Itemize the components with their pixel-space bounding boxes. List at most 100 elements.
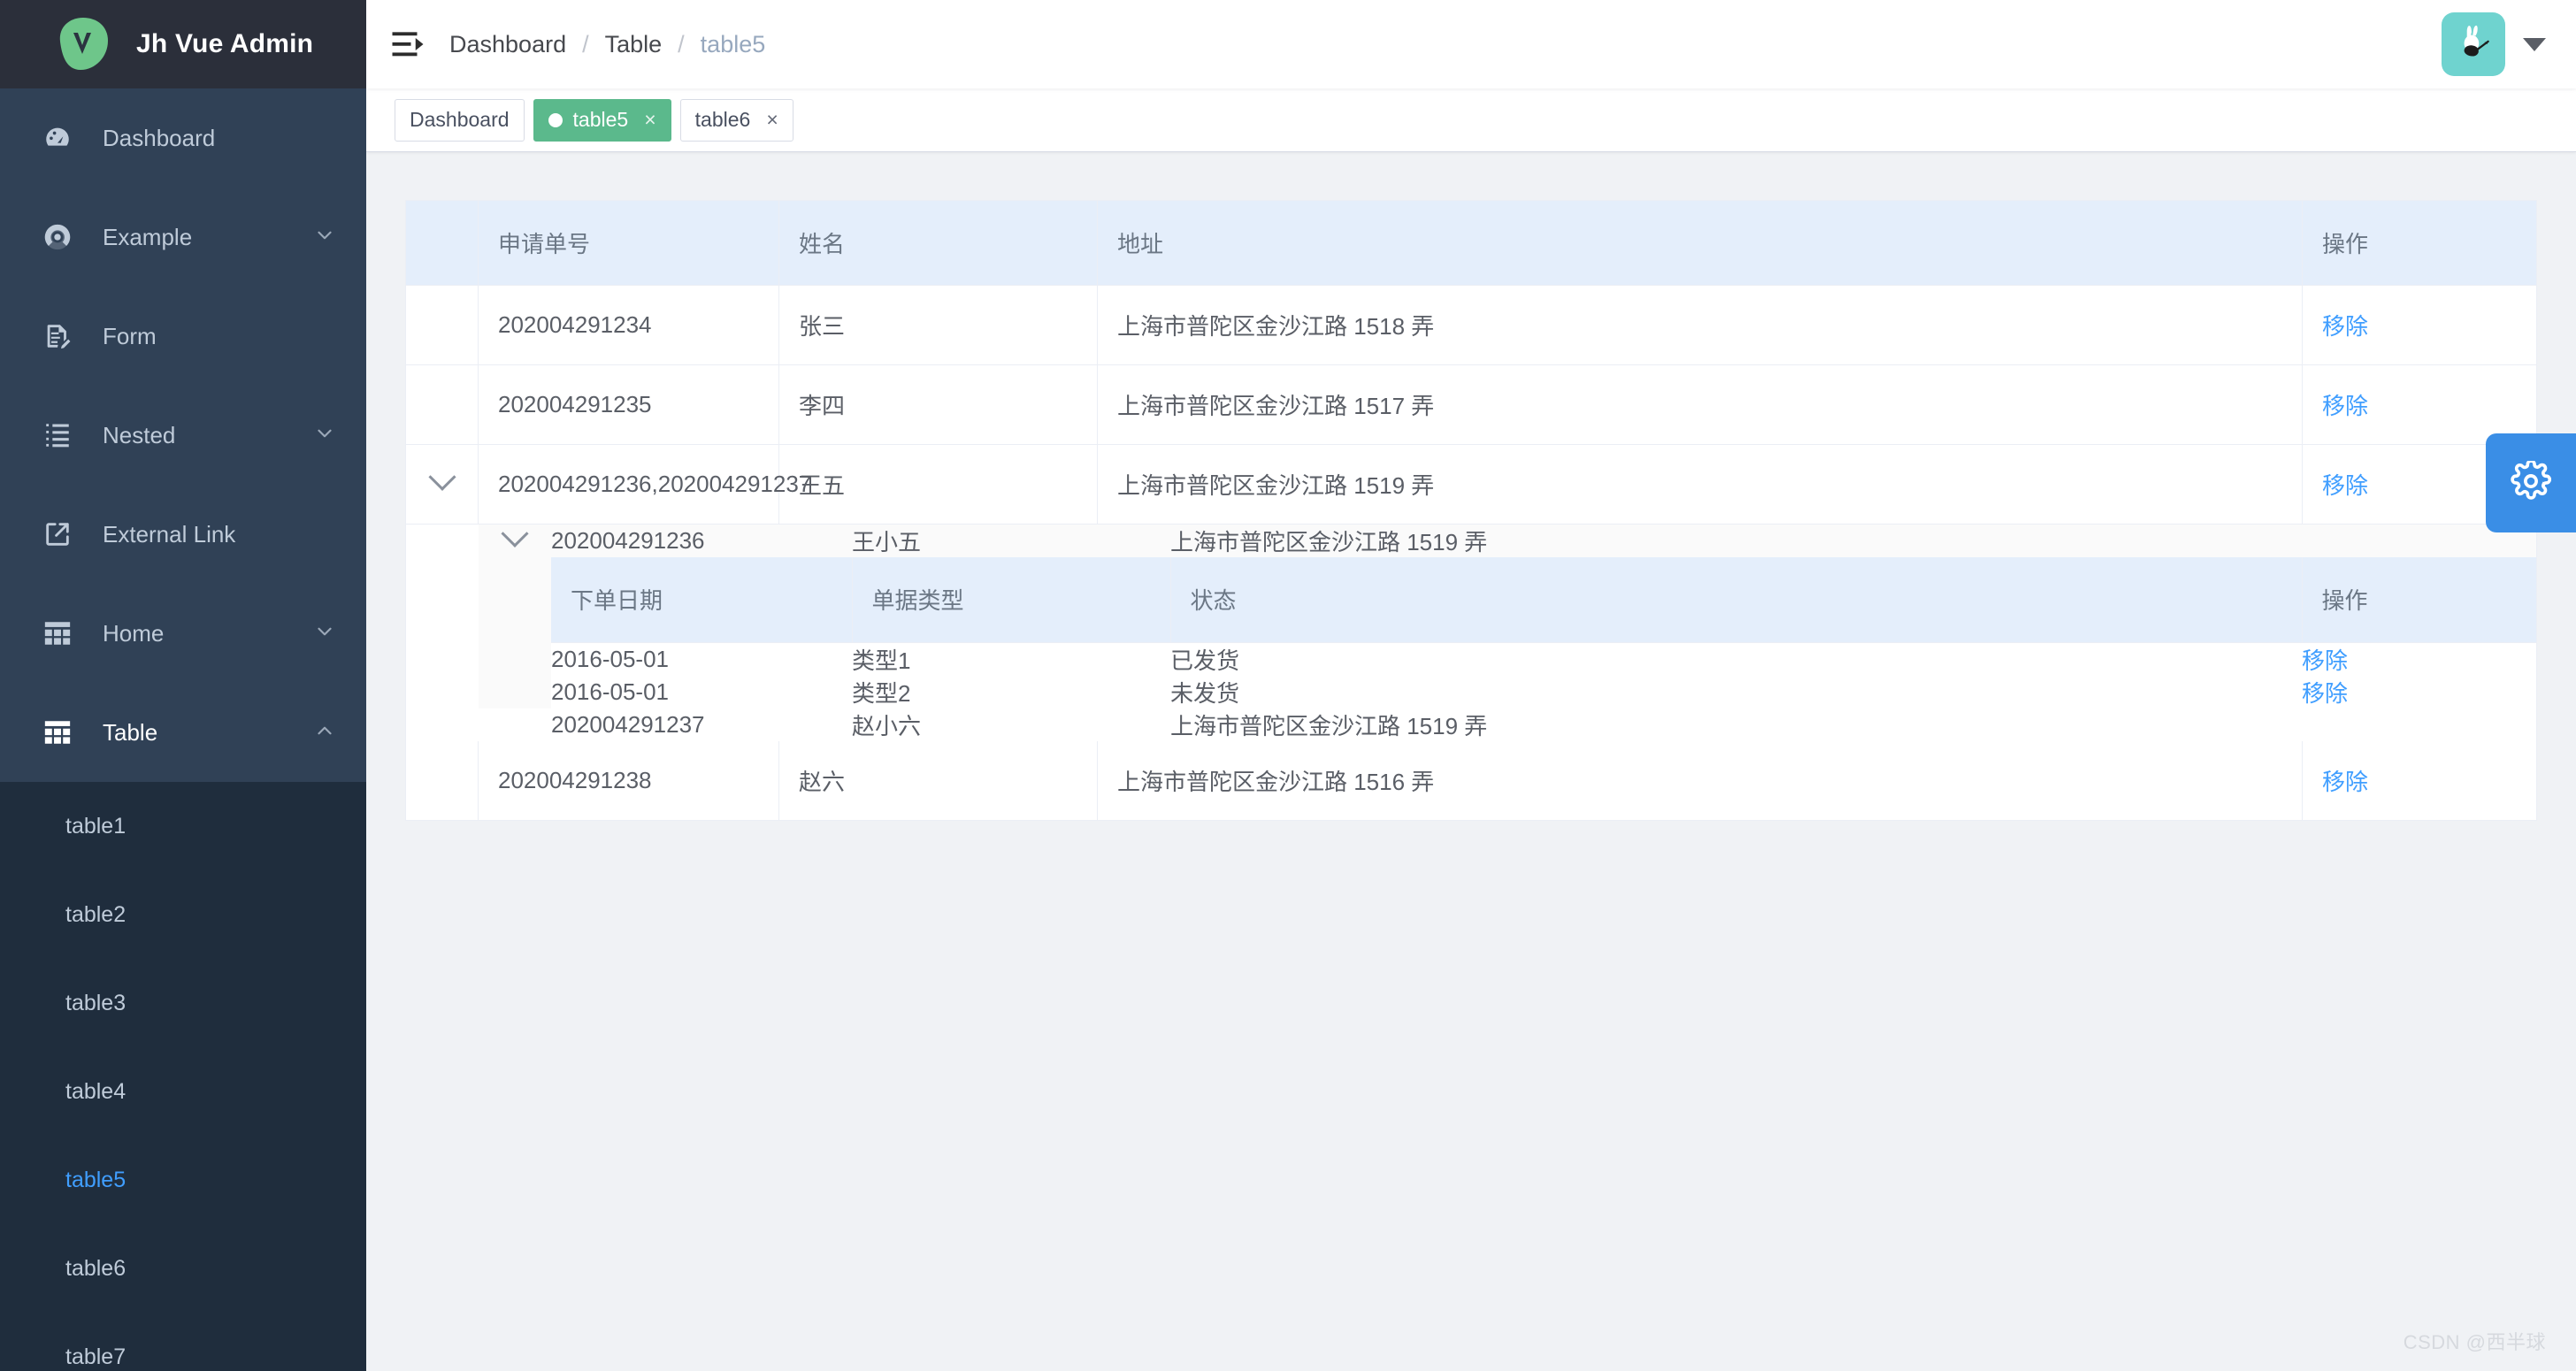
chevron-down-icon xyxy=(313,224,336,251)
header-status: 状态 xyxy=(1170,557,2302,642)
sidebar-item-table3[interactable]: table3 xyxy=(0,959,366,1047)
table-head: 申请单号 姓名 地址 操作 xyxy=(406,201,2537,286)
sidebar-item-form[interactable]: Form xyxy=(0,287,366,386)
header-operation: 操作 xyxy=(2303,201,2537,286)
cell-order-date: 2016-05-01 xyxy=(551,676,852,708)
sidebar-item-home[interactable]: Home xyxy=(0,584,366,683)
remove-link[interactable]: 移除 xyxy=(2322,472,2368,499)
cell-operation: 移除 xyxy=(2303,741,2537,821)
sidebar-item-table7[interactable]: table7 xyxy=(0,1313,366,1371)
cell-application-no: 202004291236,202004291237 xyxy=(479,445,779,525)
remove-link[interactable]: 移除 xyxy=(2302,647,2348,674)
expand-cell xyxy=(406,286,479,365)
sidebar-item-table6[interactable]: table6 xyxy=(0,1224,366,1313)
sidebar: Jh Vue Admin Dashboard xyxy=(0,0,366,1371)
nested-indent: 202004291236 王小五 上海市普陀区金沙江路 1519 弄 xyxy=(406,525,2536,741)
brand-title: Jh Vue Admin xyxy=(136,29,313,59)
breadcrumb-item-table[interactable]: Table xyxy=(605,31,663,58)
breadcrumb-item-table5: table5 xyxy=(701,31,766,58)
remove-link[interactable]: 移除 xyxy=(2322,313,2368,340)
dashboard-icon xyxy=(39,123,76,153)
expand-cell[interactable] xyxy=(406,445,479,525)
sidebar-item-label: Dashboard xyxy=(103,125,215,152)
table-row[interactable]: 202004291238 赵六 上海市普陀区金沙江路 1516 弄 移除 xyxy=(406,741,2537,821)
header-address: 地址 xyxy=(1098,201,2303,286)
cell-operation xyxy=(2302,708,2536,741)
close-icon[interactable]: × xyxy=(766,108,778,132)
chevron-down-icon[interactable] xyxy=(501,520,528,548)
sidebar-item-table5[interactable]: table5 xyxy=(0,1136,366,1224)
sidebar-item-table1[interactable]: table1 xyxy=(0,782,366,870)
table-row[interactable]: 202004291235 李四 上海市普陀区金沙江路 1517 弄 移除 xyxy=(406,365,2537,445)
app-root: Jh Vue Admin Dashboard xyxy=(0,0,2576,1371)
cell-status: 未发货 xyxy=(1170,676,2302,708)
sidebar-item-table4[interactable]: table4 xyxy=(0,1047,366,1136)
close-icon[interactable]: × xyxy=(644,108,656,132)
nested-row[interactable]: 202004291237 赵小六 上海市普陀区金沙江路 1519 弄 xyxy=(479,708,2536,741)
breadcrumb-item-dashboard[interactable]: Dashboard xyxy=(449,31,566,58)
navbar: Dashboard / Table / table5 xyxy=(366,0,2576,88)
remove-link[interactable]: 移除 xyxy=(2322,769,2368,795)
table-row-expandable[interactable]: 202004291236,202004291237 王五 上海市普陀区金沙江路 … xyxy=(406,445,2537,525)
nested-table-body: 2016-05-01 类型1 已发货 移除 xyxy=(551,642,2536,708)
cell-application-no: 202004291235 xyxy=(479,365,779,445)
rabbit-avatar-icon[interactable] xyxy=(2442,12,2505,76)
sidebar-item-table[interactable]: Table xyxy=(0,683,366,782)
table-row[interactable]: 2016-05-01 类型2 未发货 移除 xyxy=(551,676,2536,708)
breadcrumb: Dashboard / Table / table5 xyxy=(449,31,765,58)
sidebar-item-example[interactable]: Example xyxy=(0,188,366,287)
nested-row-expandable[interactable]: 202004291236 王小五 上海市普陀区金沙江路 1519 弄 xyxy=(479,525,2536,557)
sidebar-item-label: Home xyxy=(103,620,164,647)
cell-name: 赵小六 xyxy=(852,708,1170,741)
cell-application-no: 202004291234 xyxy=(479,286,779,365)
cell-name: 王小五 xyxy=(852,525,1170,557)
expanded-row-container: 下单日期 单据类型 状态 操作 xyxy=(479,557,2536,708)
expanded-row-container: 202004291236 王小五 上海市普陀区金沙江路 1519 弄 xyxy=(406,525,2537,741)
sidebar-item-label: Nested xyxy=(103,422,175,449)
sidebar-item-table2[interactable]: table2 xyxy=(0,870,366,959)
sidebar-item-label: Table xyxy=(103,719,157,747)
cell-address: 上海市普陀区金沙江路 1519 弄 xyxy=(1170,708,2302,741)
breadcrumb-separator: / xyxy=(582,31,589,58)
tag-dashboard[interactable]: Dashboard xyxy=(395,99,525,142)
chevron-down-icon[interactable] xyxy=(428,463,456,491)
cell-address: 上海市普陀区金沙江路 1518 弄 xyxy=(1098,286,2303,365)
cell-operation: 移除 xyxy=(2302,642,2536,676)
table-grid-icon xyxy=(39,618,76,648)
header-doc-type: 单据类型 xyxy=(852,557,1170,642)
cell-address: 上海市普陀区金沙江路 1519 弄 xyxy=(1170,525,2302,557)
caret-down-icon[interactable] xyxy=(2523,38,2546,51)
sidebar-item-label: External Link xyxy=(103,521,235,548)
settings-button[interactable] xyxy=(2486,433,2576,532)
chevron-down-icon xyxy=(313,422,336,449)
expand-column-header xyxy=(406,201,479,286)
sidebar-item-label: Example xyxy=(103,224,192,251)
cell-address: 上海市普陀区金沙江路 1516 弄 xyxy=(1098,741,2303,821)
expand-cell[interactable] xyxy=(479,525,551,557)
cell-address: 上海市普陀区金沙江路 1517 弄 xyxy=(1098,365,2303,445)
cell-operation: 移除 xyxy=(2302,676,2536,708)
tag-table5[interactable]: table5 × xyxy=(533,99,671,142)
hamburger-collapse-icon[interactable] xyxy=(366,26,449,63)
header-operation: 操作 xyxy=(2302,557,2536,642)
tag-table6[interactable]: table6 × xyxy=(680,99,794,142)
tag-label: table6 xyxy=(695,108,751,132)
table-row[interactable]: 202004291234 张三 上海市普陀区金沙江路 1518 弄 移除 xyxy=(406,286,2537,365)
active-dot-icon xyxy=(548,113,563,127)
table-header-row: 申请单号 姓名 地址 操作 xyxy=(406,201,2537,286)
sidebar-item-dashboard[interactable]: Dashboard xyxy=(0,88,366,188)
expanded-row-cell: 下单日期 单据类型 状态 操作 xyxy=(479,557,2536,708)
cell-name: 赵六 xyxy=(779,741,1098,821)
gear-icon xyxy=(2511,461,2551,506)
remove-link[interactable]: 移除 xyxy=(2302,680,2348,707)
nested-list-icon xyxy=(39,420,76,450)
sidebar-item-external-link[interactable]: External Link xyxy=(0,485,366,584)
external-link-icon xyxy=(39,519,76,549)
table-row[interactable]: 2016-05-01 类型1 已发货 移除 xyxy=(551,642,2536,676)
sidebar-submenu-table: table1 table2 table3 table4 table5 table… xyxy=(0,782,366,1371)
remove-link[interactable]: 移除 xyxy=(2322,393,2368,419)
nested-header-row: 下单日期 单据类型 状态 操作 xyxy=(551,557,2536,642)
sidebar-logo[interactable]: Jh Vue Admin xyxy=(0,0,366,88)
cell-operation: 移除 xyxy=(2303,365,2537,445)
sidebar-item-nested[interactable]: Nested xyxy=(0,386,366,485)
